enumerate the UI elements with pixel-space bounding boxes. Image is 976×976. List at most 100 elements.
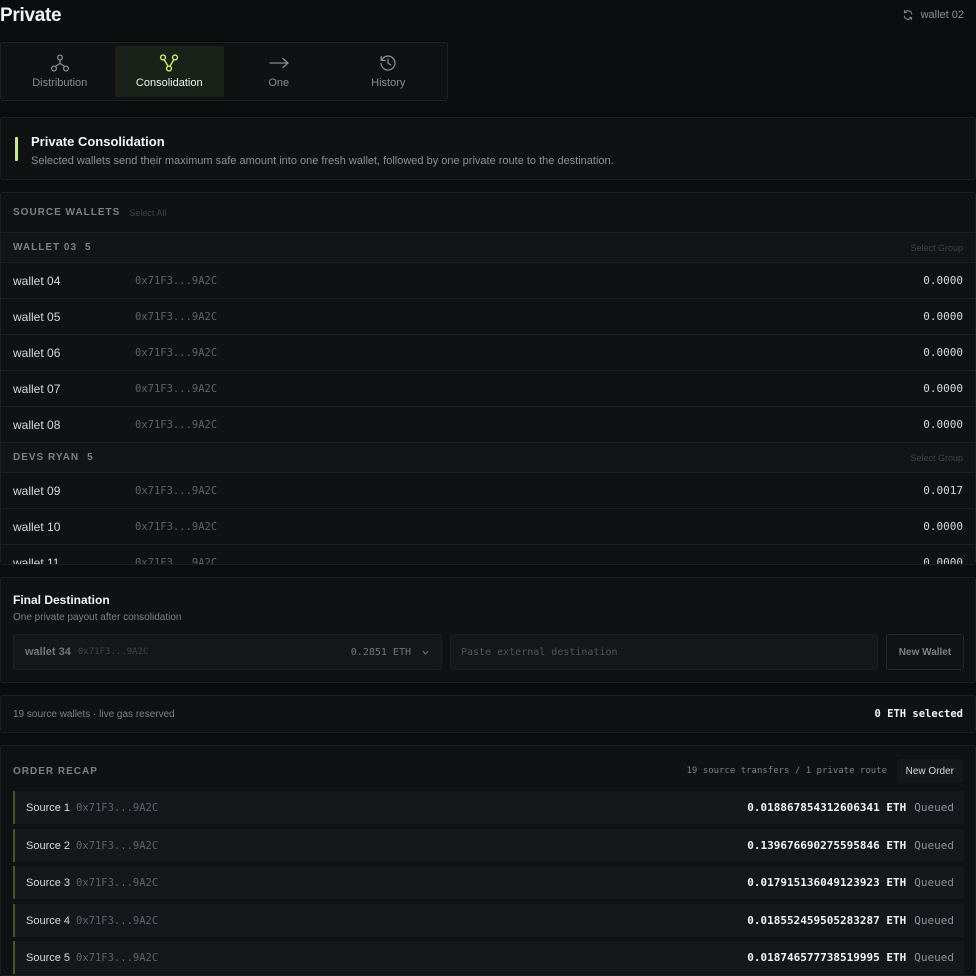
intro-panel: Private Consolidation Selected wallets s… xyxy=(0,117,976,180)
select-group-button[interactable]: Select Group xyxy=(910,453,963,463)
merge-icon xyxy=(160,54,179,72)
wallet-name: wallet 05 xyxy=(13,309,61,324)
recap-row: Source 3 0x71F3...9A2C 0.017915136049123… xyxy=(13,866,964,899)
source-amount: 0.018867854312606341 ETH xyxy=(747,801,907,814)
source-amount: 0.018746577738519995 ETH xyxy=(747,951,907,964)
selected-wallet-address: 0x71F3...9A2C xyxy=(77,647,149,657)
source-address: 0x71F3...9A2C xyxy=(76,801,159,814)
selection-summary: 19 source wallets · live gas reserved 0 … xyxy=(0,695,976,733)
order-recap-panel: ORDER RECAP 19 source transfers / 1 priv… xyxy=(0,745,976,976)
accent-bar xyxy=(15,137,18,161)
wallet-balance: 0.0000 xyxy=(923,310,963,323)
new-wallet-button[interactable]: New Wallet xyxy=(886,634,964,670)
destination-subtitle: One private payout after consolidation xyxy=(13,612,182,623)
source-amount: 0.017915136049123923 ETH xyxy=(747,876,907,889)
intro-description: Selected wallets send their maximum safe… xyxy=(31,155,614,167)
tab-distribution[interactable]: Distribution xyxy=(5,46,115,97)
wallet-address: 0x71F3...9A2C xyxy=(135,310,218,323)
new-order-button[interactable]: New Order xyxy=(896,759,963,783)
wallet-balance: 0.0017 xyxy=(923,484,963,497)
status-badge: Queued xyxy=(914,839,954,852)
chevron-down-icon xyxy=(422,650,429,655)
wallet-name: wallet 08 xyxy=(13,417,61,432)
intro-title: Private Consolidation xyxy=(31,134,165,149)
tab-history[interactable]: History xyxy=(334,46,444,97)
source-wallets-heading: SOURCE WALLETS xyxy=(13,207,121,218)
tab-consolidation[interactable]: Consolidation xyxy=(114,46,224,97)
source-address: 0x71F3...9A2C xyxy=(76,876,159,889)
wallet-switcher-label: wallet 02 xyxy=(920,9,964,21)
wallet-address: 0x71F3...9A2C xyxy=(135,556,218,565)
wallet-row[interactable]: wallet 09 0x71F3...9A2C 0.0017 xyxy=(1,473,975,509)
summary-text: 19 source wallets · live gas reserved xyxy=(13,708,175,720)
status-badge: Queued xyxy=(914,914,954,927)
group-name: DEVS RYAN xyxy=(13,452,80,463)
wallet-address: 0x71F3...9A2C xyxy=(135,382,218,395)
wallet-balance: 0.0000 xyxy=(923,520,963,533)
wallet-name: wallet 10 xyxy=(13,519,61,534)
page-title: Private xyxy=(0,5,62,26)
source-amount: 0.139676690275595846 ETH xyxy=(747,839,907,852)
tab-label: Distribution xyxy=(32,77,88,89)
order-recap-heading: ORDER RECAP xyxy=(13,766,98,777)
wallet-row[interactable]: wallet 06 0x71F3...9A2C 0.0000 xyxy=(1,335,975,371)
destination-title: Final Destination xyxy=(13,593,110,607)
wallet-row[interactable]: wallet 08 0x71F3...9A2C 0.0000 xyxy=(1,407,975,443)
group-header: DEVS RYAN 5 Select Group xyxy=(1,443,975,473)
group-count: 5 xyxy=(87,452,93,463)
selected-wallet-balance: 0.2851 ETH xyxy=(350,646,411,658)
wallet-name: wallet 09 xyxy=(13,483,61,498)
wallet-row[interactable]: wallet 07 0x71F3...9A2C 0.0000 xyxy=(1,371,975,407)
select-group-button[interactable]: Select Group xyxy=(910,243,963,253)
wallet-address: 0x71F3...9A2C xyxy=(135,346,218,359)
status-badge: Queued xyxy=(914,876,954,889)
wallet-address: 0x71F3...9A2C xyxy=(135,520,218,533)
wallet-switcher[interactable]: wallet 02 xyxy=(902,9,964,21)
wallet-balance: 0.0000 xyxy=(923,556,963,565)
wallet-balance: 0.0000 xyxy=(923,274,963,287)
wallet-address: 0x71F3...9A2C xyxy=(135,274,218,287)
external-destination-input[interactable] xyxy=(450,634,878,670)
wallet-name: wallet 04 xyxy=(13,273,61,288)
recap-row: Source 4 0x71F3...9A2C 0.018552459505283… xyxy=(13,904,964,937)
source-address: 0x71F3...9A2C xyxy=(76,951,159,964)
wallet-name: wallet 07 xyxy=(13,381,61,396)
recap-row: Source 5 0x71F3...9A2C 0.018746577738519… xyxy=(13,941,964,974)
wallet-row[interactable]: wallet 11 0x71F3...9A2C 0.0000 xyxy=(1,545,975,565)
source-name: Source 4 xyxy=(26,914,71,927)
wallet-address: 0x71F3...9A2C xyxy=(135,484,218,497)
source-name: Source 2 xyxy=(26,839,71,852)
group-name: WALLET 03 xyxy=(13,242,78,253)
wallet-address: 0x71F3...9A2C xyxy=(135,418,218,431)
selected-total: 0 ETH selected xyxy=(874,708,963,720)
recap-row: Source 2 0x71F3...9A2C 0.139676690275595… xyxy=(13,829,964,862)
destination-wallet-select[interactable]: wallet 34 0x71F3...9A2C 0.2851 ETH xyxy=(13,634,442,670)
history-icon xyxy=(380,55,396,71)
source-name: Source 1 xyxy=(26,801,71,814)
wallet-name: wallet 06 xyxy=(13,345,61,360)
source-address: 0x71F3...9A2C xyxy=(76,914,159,927)
wallet-row[interactable]: wallet 10 0x71F3...9A2C 0.0000 xyxy=(1,509,975,545)
tab-one[interactable]: One xyxy=(224,46,334,97)
wallet-balance: 0.0000 xyxy=(923,346,963,359)
source-amount: 0.018552459505283287 ETH xyxy=(747,914,907,927)
arrow-right-icon xyxy=(269,57,289,69)
source-wallets-header: SOURCE WALLETS Select All xyxy=(1,193,975,233)
select-all-button[interactable]: Select All xyxy=(129,208,166,218)
tab-label: Consolidation xyxy=(135,77,203,89)
source-name: Source 5 xyxy=(26,951,71,964)
group-header: WALLET 03 5 Select Group xyxy=(1,233,975,263)
wallet-balance: 0.0000 xyxy=(923,418,963,431)
status-badge: Queued xyxy=(914,951,954,964)
group-count: 5 xyxy=(85,242,91,253)
wallet-balance: 0.0000 xyxy=(923,382,963,395)
network-icon xyxy=(50,54,69,72)
selected-wallet-name: wallet 34 xyxy=(25,646,71,658)
status-badge: Queued xyxy=(914,801,954,814)
tab-label: History xyxy=(371,77,406,89)
refresh-icon xyxy=(903,10,912,20)
source-wallets-panel[interactable]: SOURCE WALLETS Select All WALLET 03 5 Se… xyxy=(0,192,976,565)
wallet-row[interactable]: wallet 05 0x71F3...9A2C 0.0000 xyxy=(1,299,975,335)
wallet-row[interactable]: wallet 04 0x71F3...9A2C 0.0000 xyxy=(1,263,975,299)
source-address: 0x71F3...9A2C xyxy=(76,839,159,852)
